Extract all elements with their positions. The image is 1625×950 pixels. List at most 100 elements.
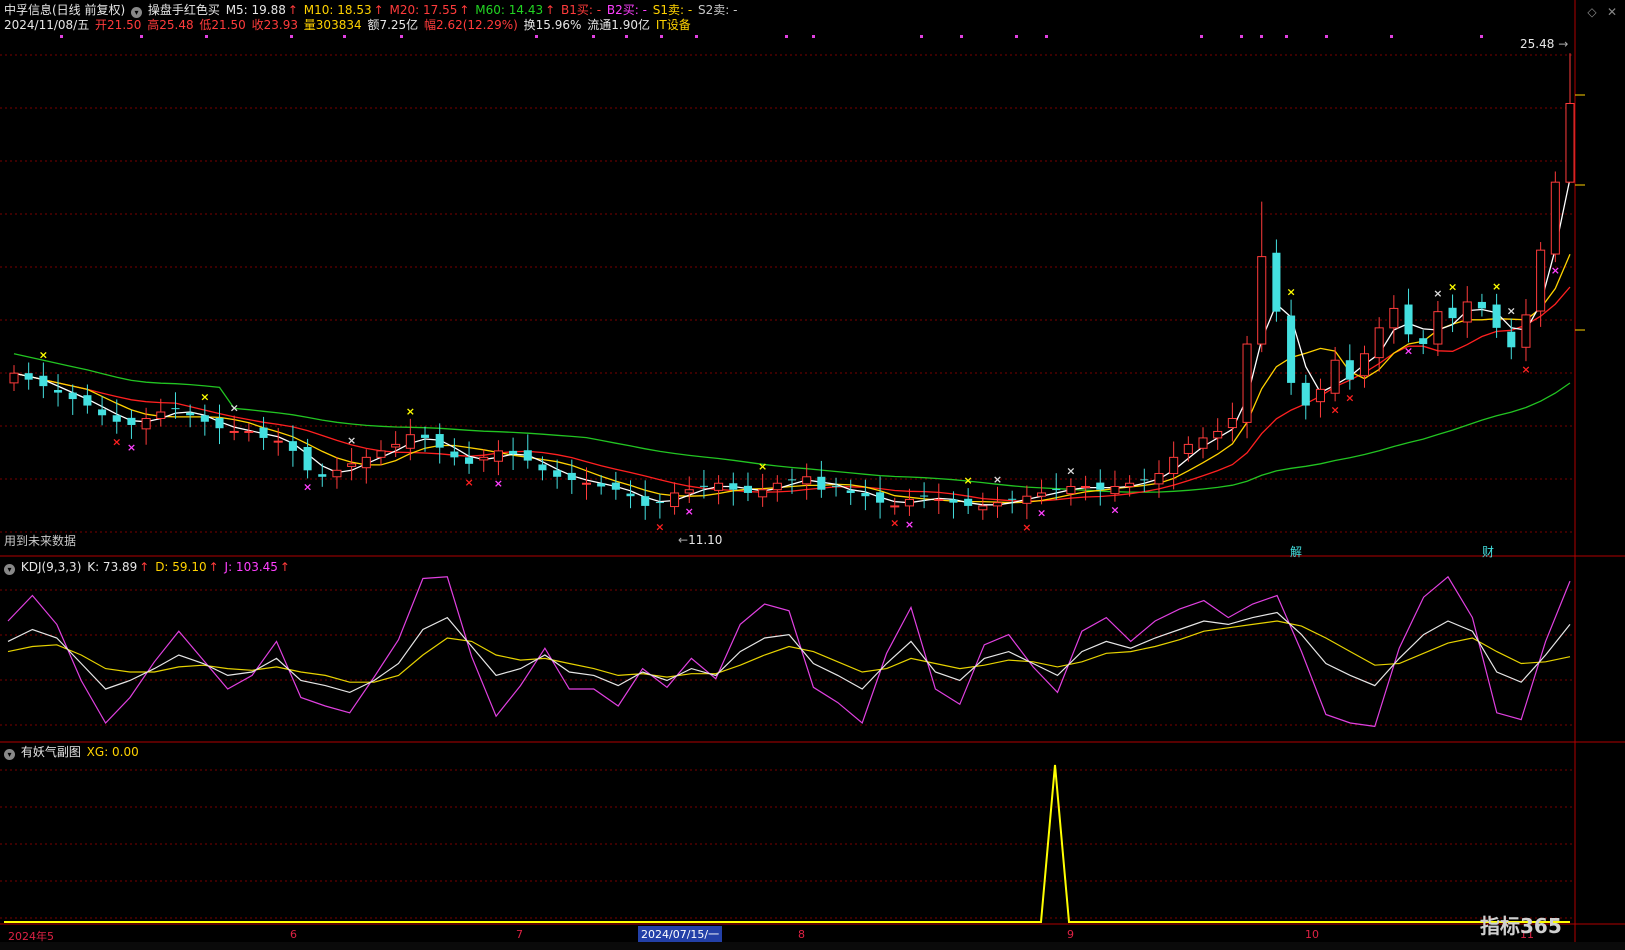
stock-chart-canvas[interactable]: × × × × × × × × × × × × × × × × × × × × × × × × × × × × × × × [0,0,1625,950]
signal-dot [1390,35,1393,38]
signal-x-marker: × [200,391,209,404]
kdj-title[interactable]: KDJ(9,3,3) [21,560,82,574]
stock-title[interactable]: 中孚信息(日线 前复权) [4,3,125,17]
candle-body-up [978,505,988,511]
b1-value: B1买: - [560,3,602,17]
candle-body-down [949,499,958,503]
signal-x-marker: × [1492,280,1501,293]
candle-body-up [684,489,694,494]
candle-body-down [553,470,562,477]
candle-body-up [758,489,768,498]
candle-body-down [567,472,576,481]
candle-body-up [1125,482,1135,487]
candle-body-up [1227,418,1237,429]
signal-x-marker: × [1521,363,1530,376]
candle-body-down [1477,301,1486,309]
candle-body-down [1008,498,1017,500]
x-axis-selected-date[interactable]: 2024/07/15/一 [638,926,723,942]
yaoqi-header: ▾ 有妖气副图 XG: 0.00 [4,744,141,760]
signal-x-marker: × [758,460,767,473]
x-axis-label: 7 [516,928,523,941]
ma5-value: M5: 19.88 [225,3,286,17]
candle-body-down [729,483,738,490]
signal-x-marker: × [993,473,1002,486]
settings-circle-icon[interactable]: ▾ [4,564,15,575]
x-axis-label: 10 [1305,928,1319,941]
candle-body-up [1315,388,1325,403]
marker-jie[interactable]: 解 [1290,543,1302,560]
candle-body-up [1242,343,1252,423]
candle-body-down [98,409,107,416]
signal-x-marker: × [1022,521,1031,534]
x-axis-label: 6 [290,928,297,941]
candle-body-down [186,412,195,416]
signal-dot [592,35,595,38]
candle-body-down [832,485,841,487]
diamond-icon[interactable]: ◇ [1585,5,1599,19]
signal-x-marker: × [964,474,973,487]
kdj-header: ▾ KDJ(9,3,3) K: 73.89 ↑ D: 59.10 ↑ J: 103.… [4,559,292,575]
candle-body-up [347,463,357,467]
signal-x-marker: × [1331,403,1340,416]
signal-dot [290,35,293,38]
signal-dot [1015,35,1018,38]
candle-body-up [934,498,944,501]
candle-body-up [670,492,680,508]
signal-x-marker: × [1037,506,1046,519]
candlesticks[interactable] [9,53,1575,520]
ma20-value: M20: 17.55 [389,3,458,17]
candle-body-up [361,456,371,469]
candle-body-up [1462,301,1472,323]
candle-body-up [493,450,503,462]
close-value: 收23.93 [251,18,298,32]
formula-name[interactable]: 操盘手红色买 [148,3,220,17]
settings-circle-icon[interactable]: ▾ [4,749,15,760]
candle-body-up [1330,359,1340,394]
candle-body-up [802,476,812,485]
candle-body-down [964,498,973,506]
turnover-value: 换15.96% [523,18,582,32]
candle-body-up [479,456,489,461]
marker-cai[interactable]: 财 [1482,543,1494,560]
x-axis-label: 9 [1067,928,1074,941]
signal-dot [1200,35,1203,38]
candle-body-up [1066,485,1076,495]
header-row-2: 2024/11/08/五 开21.50 高25.48 低21.50 收23.93… [4,17,693,33]
candle-body-up [1374,327,1384,359]
sector-value[interactable]: IT设备 [656,18,691,32]
up-arrow-icon: ↑ [279,560,290,574]
close-icon[interactable]: ✕ [1605,5,1619,19]
candle-body-down [817,476,826,490]
signal-dot [1480,35,1483,38]
candle-body-down [1404,304,1413,335]
signal-x-marker: × [112,436,121,449]
amount-value: 额7.25亿 [367,18,419,32]
candle-body-up [1359,353,1370,377]
signal-dot [625,35,628,38]
signal-dot [535,35,538,38]
candle-body-up [1110,485,1120,495]
float-value: 流通1.90亿 [587,18,650,32]
up-arrow-icon: ↑ [139,560,150,574]
volume-value: 量303834 [303,18,362,32]
signal-dot [1325,35,1328,38]
candle-body-up [229,430,239,433]
candle-body-down [611,482,620,490]
candle-body-up [714,482,724,491]
candle-body-down [288,441,297,451]
signal-dot [695,35,698,38]
candle-body-up [1521,314,1531,348]
signal-x-marker: × [494,477,503,490]
candle-body-down [112,415,121,422]
candle-body-down [538,464,547,471]
candle-body-down [1448,307,1457,319]
candle-body-down [1096,482,1105,490]
candle-body-down [846,490,855,493]
signal-x-marker: × [1448,281,1457,294]
candle-body-up [1154,473,1164,485]
yaoqi-title[interactable]: 有妖气副图 [21,745,81,759]
signal-markers: × × × × × × × × × × × × × × × × × × × × × × × × × × × × × × × [39,264,1560,534]
signal-x-marker: × [685,505,694,518]
signal-x-marker: × [464,476,473,489]
candle-body-down [699,485,708,487]
